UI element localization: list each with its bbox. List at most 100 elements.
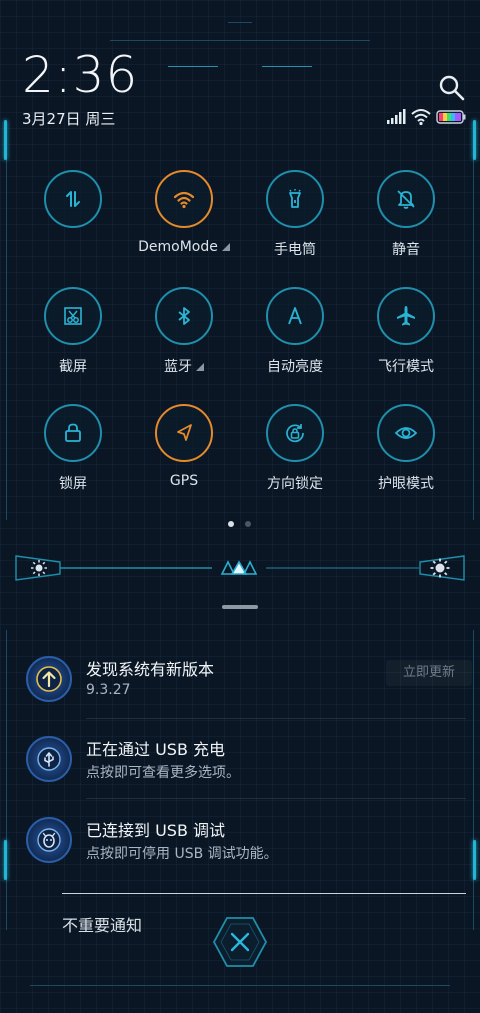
brightness-thumb[interactable] [220, 560, 258, 575]
tile-mute[interactable]: 静音 [350, 170, 462, 259]
date: 3月27日 周三 [22, 110, 116, 128]
tile-label-text: 护眼模式 [378, 476, 434, 492]
eye-icon [394, 427, 418, 439]
tile-lock[interactable]: 锁屏 [17, 404, 129, 493]
tile-eye[interactable]: 护眼模式 [350, 404, 462, 493]
tile-rotation-button[interactable] [266, 404, 324, 462]
search-icon[interactable] [438, 74, 466, 102]
brightness-high-icon [430, 558, 450, 578]
tile-screenshot-button[interactable] [44, 287, 102, 345]
frame-glow-left-2 [4, 840, 7, 880]
notification-title: 已连接到 USB 调试 [86, 821, 226, 840]
tile-flashlight-label: 手电筒 [239, 239, 351, 259]
notification-subtitle: 点按即可停用 USB 调试功能。 [86, 846, 278, 862]
tile-airplane[interactable]: 飞行模式 [350, 287, 462, 376]
wifi-icon [411, 109, 431, 126]
airplane-icon [397, 306, 415, 326]
tile-lock-button[interactable] [44, 404, 102, 462]
bluetooth-icon [178, 307, 190, 325]
tile-eye-button[interactable] [377, 404, 435, 462]
tile-mute-button[interactable] [377, 170, 435, 228]
tile-label-text: 锁屏 [59, 476, 87, 492]
flashlight-icon [289, 189, 301, 208]
tile-label-text: DemoMode [138, 239, 218, 255]
frame-glow-right [473, 120, 476, 160]
tile-data-button[interactable] [44, 170, 102, 228]
tile-wifi-button[interactable] [155, 170, 213, 228]
frame-header-deco [168, 66, 218, 67]
tile-label-text: 手电筒 [274, 242, 316, 258]
frame-header-deco-2 [262, 66, 312, 67]
tile-wifi[interactable]: DemoMode [128, 170, 240, 255]
notification-usb-charging[interactable]: 正在通过 USB 充电 点按即可查看更多选项。 [26, 736, 466, 796]
clear-all-button[interactable] [212, 916, 268, 968]
tile-wifi-label: DemoMode [128, 239, 240, 255]
notification-subtitle: 9.3.27 [86, 682, 131, 698]
frame-top-notch [228, 22, 252, 23]
notification-divider [86, 718, 466, 719]
notification-update[interactable]: 发现系统有新版本 9.3.27 立即更新 [26, 656, 472, 716]
frame-right-line [473, 140, 474, 520]
notification-subtitle: 点按即可查看更多选项。 [86, 765, 240, 781]
brightness-slider[interactable] [14, 550, 466, 586]
tile-screenshot-label: 截屏 [17, 356, 129, 376]
tile-label-text: 方向锁定 [267, 476, 323, 492]
expand-triangle-icon[interactable] [196, 363, 204, 371]
tile-flashlight-button[interactable] [266, 170, 324, 228]
tile-label-text: 蓝牙 [164, 359, 192, 375]
scissors-icon [64, 307, 82, 325]
tile-brightness_auto-label: 自动亮度 [239, 356, 351, 376]
location-arrow-icon [177, 424, 192, 441]
frame-left-line-lower [6, 630, 7, 930]
lock-icon [65, 423, 81, 442]
notification-title: 正在通过 USB 充电 [86, 740, 226, 759]
signal-icon [387, 109, 406, 124]
expand-triangle-icon[interactable] [221, 243, 230, 251]
frame-top-line [110, 40, 370, 41]
tile-bluetooth-label: 蓝牙 [128, 356, 240, 376]
page-dot-2[interactable] [245, 521, 251, 527]
unimportant-divider [62, 893, 466, 894]
tile-bluetooth[interactable]: 蓝牙 [128, 287, 240, 376]
tile-brightness_auto[interactable]: 自动亮度 [239, 287, 351, 376]
tile-airplane-button[interactable] [377, 287, 435, 345]
brightness-low-icon [31, 560, 47, 576]
tile-gps-label: GPS [128, 473, 240, 489]
tile-bluetooth-button[interactable] [155, 287, 213, 345]
tile-label-text: GPS [169, 473, 199, 489]
tile-lock-label: 锁屏 [17, 473, 129, 493]
unimportant-notifications-link[interactable]: 不重要通知 [62, 912, 142, 936]
notification-divider [86, 798, 466, 799]
auto-brightness-icon [288, 307, 302, 325]
tile-label-text: 静音 [392, 242, 420, 258]
update-arrow-icon [26, 656, 72, 702]
page-dot-1[interactable] [228, 521, 234, 527]
update-now-button[interactable]: 立即更新 [386, 660, 472, 686]
tile-mute-label: 静音 [350, 239, 462, 259]
tile-airplane-label: 飞行模式 [350, 356, 462, 376]
frame-glow-right-2 [473, 840, 476, 880]
tile-screenshot[interactable]: 截屏 [17, 287, 129, 376]
frame-bottom-line [30, 985, 450, 986]
notification-usb-debug[interactable]: 已连接到 USB 调试 点按即可停用 USB 调试功能。 [26, 817, 466, 877]
tile-rotation[interactable]: 方向锁定 [239, 404, 351, 493]
usb-icon [26, 736, 72, 782]
tile-gps[interactable]: GPS [128, 404, 240, 489]
tile-label-text: 自动亮度 [267, 359, 323, 375]
tile-label-text: 截屏 [59, 359, 87, 375]
rotation-lock-icon [286, 424, 304, 443]
tile-data[interactable] [17, 170, 129, 239]
tile-gps-button[interactable] [155, 404, 213, 462]
notification-title: 发现系统有新版本 [86, 660, 215, 679]
bell-off-icon [397, 190, 415, 209]
panel-drag-handle[interactable] [222, 605, 258, 609]
tile-rotation-label: 方向锁定 [239, 473, 351, 493]
tile-flashlight[interactable]: 手电筒 [239, 170, 351, 259]
tile-brightness_auto-button[interactable] [266, 287, 324, 345]
frame-left-line [6, 140, 7, 520]
frame-right-line-lower [473, 630, 474, 930]
wifi-icon [173, 191, 195, 209]
battery-icon [436, 110, 466, 124]
tile-label-text: 飞行模式 [378, 359, 434, 375]
bug-icon [26, 817, 72, 863]
